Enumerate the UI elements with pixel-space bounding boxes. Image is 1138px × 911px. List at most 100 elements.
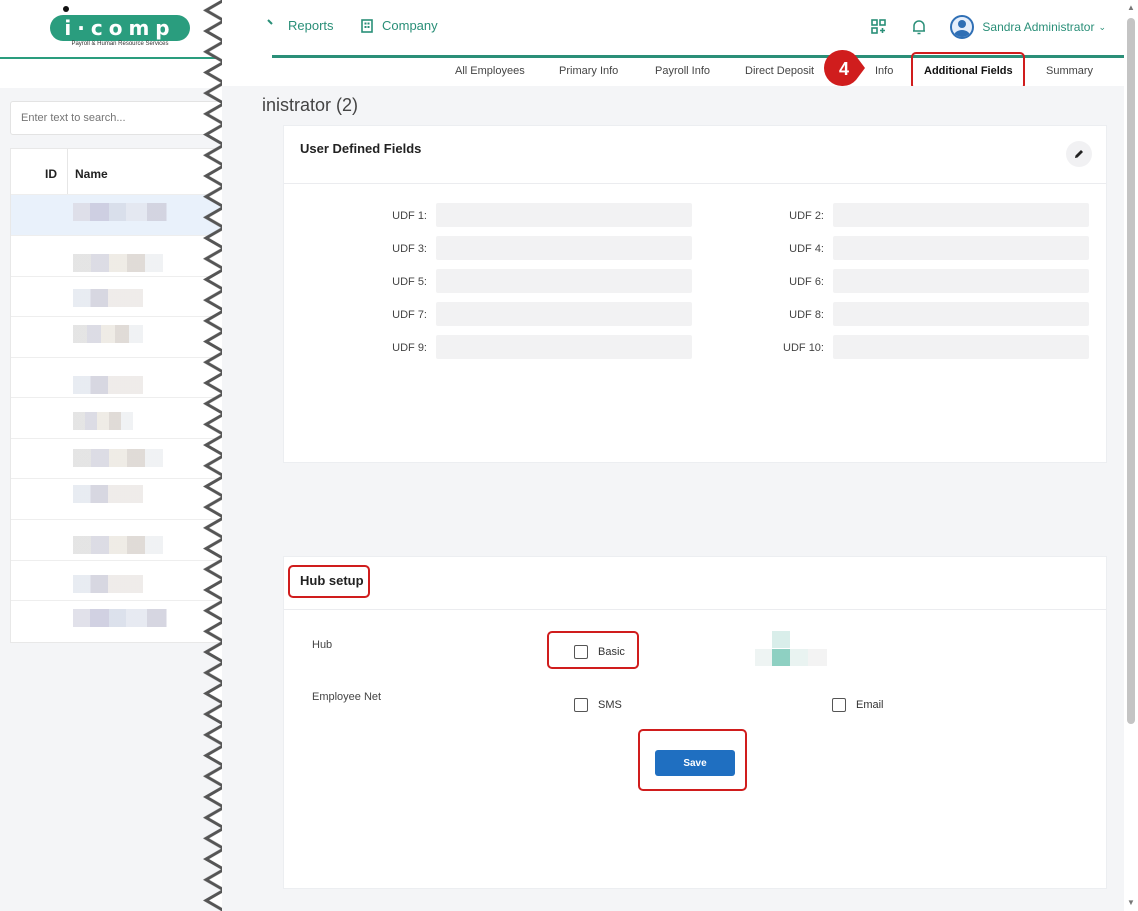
torn-edge (200, 0, 224, 911)
redacted-name (73, 289, 143, 307)
redacted-image (755, 631, 827, 666)
scroll-down-icon[interactable]: ▼ (1126, 898, 1136, 908)
sms-label: SMS (598, 699, 622, 711)
redacted-name (73, 575, 143, 593)
table-row[interactable] (11, 560, 221, 601)
tab-direct-deposit[interactable]: Direct Deposit (745, 58, 814, 86)
hub-setup-card: Hub setup (283, 556, 1107, 889)
table-row[interactable] (11, 600, 221, 641)
sms-checkbox[interactable]: SMS (574, 698, 622, 712)
topbar-actions: Sandra Administrator ⌄ (870, 12, 1106, 42)
udf-10-field[interactable] (833, 335, 1089, 359)
icomp-logo: i·comp Payroll & Human Resource Services (50, 5, 190, 49)
redacted-name (73, 376, 143, 394)
page-title: inistrator (2) (262, 95, 359, 115)
udf-4-field[interactable] (833, 236, 1089, 260)
logo-text: i·comp (50, 15, 190, 41)
column-separator (67, 149, 68, 196)
main-pane: Reports Company Sandra Administrator ⌄ A… (222, 0, 1124, 911)
redacted-name (73, 254, 163, 272)
logo-tagline: Payroll & Human Resource Services (71, 41, 169, 47)
table-row[interactable] (11, 438, 221, 479)
udf-7-label: UDF 7: (392, 309, 427, 321)
table-row[interactable] (11, 316, 221, 357)
udf-card-title: User Defined Fields (300, 141, 422, 156)
udf-2-label: UDF 2: (789, 210, 824, 222)
udf-9-field[interactable] (436, 335, 692, 359)
hub-label: Hub (312, 639, 333, 651)
udf-card: User Defined Fields UDF 1: UDF 2: UDF 3:… (283, 125, 1107, 463)
table-row[interactable] (11, 397, 221, 438)
reports-nav-link[interactable]: Reports (266, 18, 334, 33)
tab-info[interactable]: Info (875, 58, 893, 86)
udf-8-label: UDF 8: (789, 309, 824, 321)
udf-2-field[interactable] (833, 203, 1089, 227)
card-divider (284, 183, 1106, 184)
company-nav-link[interactable]: Company (360, 18, 438, 33)
bell-icon[interactable] (910, 18, 928, 36)
table-row[interactable] (11, 194, 221, 235)
scroll-thumb[interactable] (1127, 18, 1135, 724)
udf-1-field[interactable] (436, 203, 692, 227)
user-avatar-icon[interactable] (950, 15, 975, 39)
udf-5-field[interactable] (436, 269, 692, 293)
table-row[interactable] (11, 357, 221, 398)
callout-save (638, 729, 747, 791)
udf-3-label: UDF 3: (392, 243, 427, 255)
column-header-name[interactable]: Name (75, 149, 108, 196)
column-header-id[interactable]: ID (45, 149, 57, 196)
reports-label: Reports (288, 18, 334, 33)
vertical-scrollbar[interactable]: ▲ ▼ (1124, 0, 1138, 911)
udf-6-label: UDF 6: (789, 276, 824, 288)
step-number: 4 (839, 59, 849, 79)
table-row[interactable] (11, 276, 221, 317)
redacted-name (73, 536, 163, 554)
udf-7-field[interactable] (436, 302, 692, 326)
card-divider (284, 609, 1106, 610)
scroll-up-icon[interactable]: ▲ (1126, 3, 1136, 13)
email-label: Email (856, 699, 884, 711)
tab-summary[interactable]: Summary (1046, 58, 1093, 86)
company-label: Company (382, 18, 438, 33)
udf-4-label: UDF 4: (789, 243, 824, 255)
checkbox-icon[interactable] (574, 698, 588, 712)
callout-additional-fields (911, 52, 1025, 90)
callout-hub-setup (288, 565, 370, 598)
table-row[interactable] (11, 235, 221, 276)
redacted-name (73, 485, 143, 503)
pencil-icon (1075, 150, 1083, 158)
udf-10-label: UDF 10: (783, 342, 824, 354)
udf-3-field[interactable] (436, 236, 692, 260)
redacted-name (73, 449, 163, 467)
udf-1-label: UDF 1: (392, 210, 427, 222)
building-icon (361, 18, 373, 33)
employee-list-pane: i·comp Payroll & Human Resource Services… (0, 0, 224, 911)
left-divider (0, 57, 222, 59)
tab-primary-info[interactable]: Primary Info (559, 58, 618, 86)
table-row[interactable] (11, 519, 221, 560)
redacted-name (73, 203, 179, 221)
callout-basic (547, 631, 639, 669)
logo-dot (63, 6, 69, 12)
udf-9-label: UDF 9: (392, 342, 427, 354)
email-checkbox[interactable]: Email (832, 698, 884, 712)
apps-icon[interactable] (870, 18, 888, 36)
employee-net-label: Employee Net (312, 691, 382, 703)
tab-payroll-info[interactable]: Payroll Info (655, 58, 710, 86)
search-input[interactable] (10, 101, 222, 135)
udf-8-field[interactable] (833, 302, 1089, 326)
redacted-name (73, 609, 179, 627)
redacted-name (73, 412, 133, 430)
udf-6-field[interactable] (833, 269, 1089, 293)
checkbox-icon[interactable] (832, 698, 846, 712)
edit-button[interactable] (1066, 141, 1092, 167)
step-number-badge: 4 (824, 49, 865, 87)
user-name[interactable]: Sandra Administrator (982, 20, 1094, 34)
tab-all-employees[interactable]: All Employees (455, 58, 525, 86)
reports-icon (267, 18, 273, 25)
table-row[interactable] (11, 478, 221, 519)
chevron-down-icon[interactable]: ⌄ (1098, 22, 1106, 33)
top-navigation: Reports Company Sandra Administrator ⌄ (222, 0, 1124, 58)
udf-5-label: UDF 5: (392, 276, 427, 288)
redacted-name (73, 325, 143, 343)
